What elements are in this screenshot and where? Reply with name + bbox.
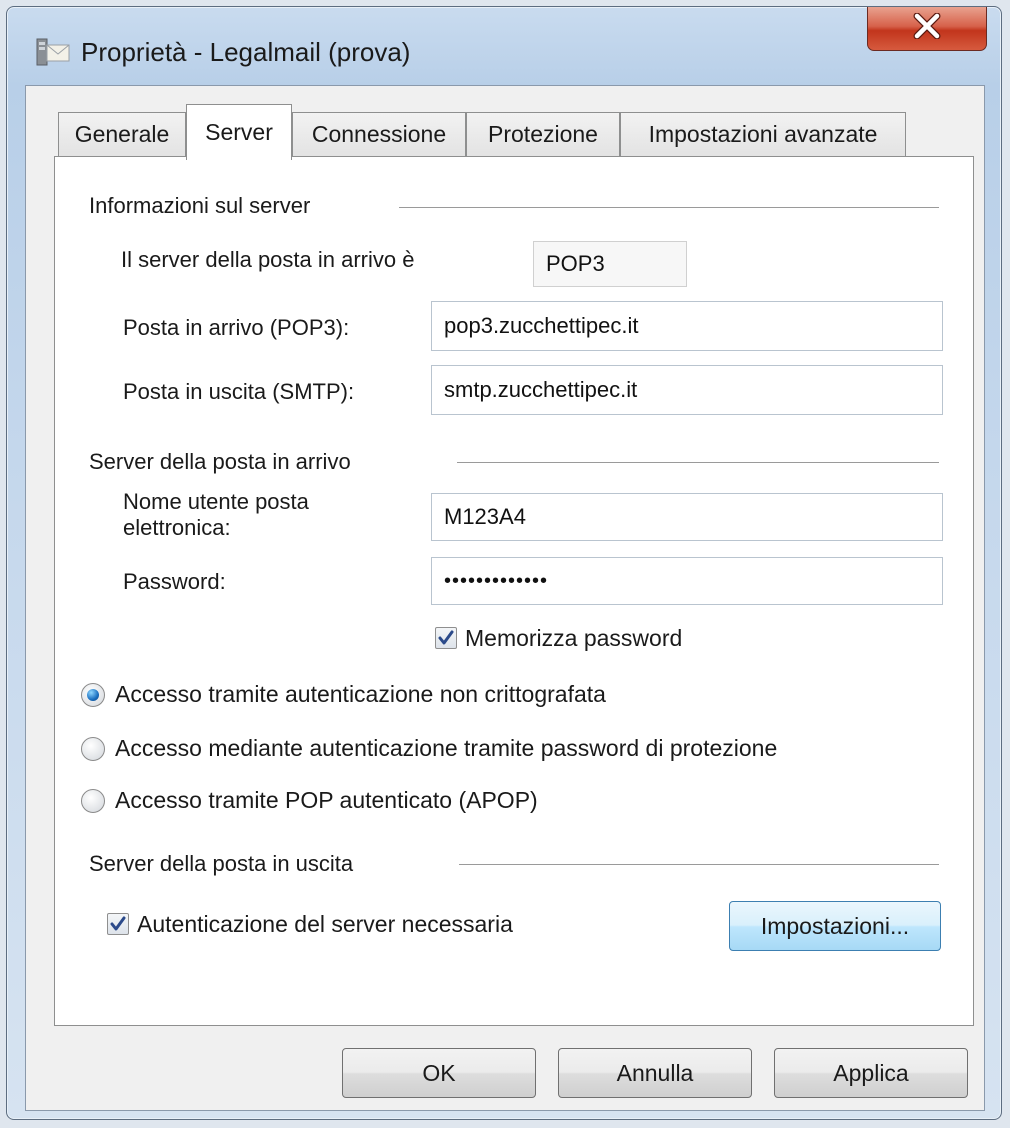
remember-password-checkbox[interactable] <box>435 627 457 649</box>
account-icon <box>33 35 71 69</box>
tab-server[interactable]: Server <box>186 104 292 160</box>
tab-protezione[interactable]: Protezione <box>466 112 620 156</box>
apply-button[interactable]: Applica <box>774 1048 968 1098</box>
auth-required-checkbox[interactable] <box>107 913 129 935</box>
auth-option-apop-label[interactable]: Accesso tramite POP autenticato (APOP) <box>115 787 538 814</box>
password-input[interactable]: ••••••••••••• <box>431 557 943 605</box>
outgoing-settings-button[interactable]: Impostazioni... <box>729 901 941 951</box>
remember-password-label[interactable]: Memorizza password <box>465 625 682 652</box>
tab-connessione[interactable]: Connessione <box>292 112 466 156</box>
radio-auth-spa[interactable] <box>81 737 105 761</box>
username-input[interactable]: M123A4 <box>431 493 943 541</box>
incoming-server-label: Posta in arrivo (POP3): <box>123 315 350 340</box>
ok-button[interactable]: OK <box>342 1048 536 1098</box>
tab-generale[interactable]: Generale <box>58 112 186 156</box>
close-icon <box>912 12 942 44</box>
radio-selected-dot <box>87 689 99 701</box>
window-title: Proprietà - Legalmail (prova) <box>81 37 411 67</box>
outgoing-server-input[interactable]: smtp.zucchettipec.it <box>431 365 943 415</box>
incoming-type-value: POP3 <box>533 241 687 287</box>
username-label: Nome utente posta elettronica: <box>123 489 309 541</box>
cancel-button[interactable]: Annulla <box>558 1048 752 1098</box>
server-info-heading: Informazioni sul server <box>89 193 311 218</box>
close-button[interactable] <box>867 7 987 51</box>
auth-option-spa-label[interactable]: Accesso mediante autenticazione tramite … <box>115 735 777 762</box>
username-label-line2: elettronica: <box>123 515 231 540</box>
dialog-client-area: Generale Server Connessione Protezione I… <box>25 85 985 1111</box>
incoming-server-heading: Server della posta in arrivo <box>89 449 351 474</box>
incoming-server-input[interactable]: pop3.zucchettipec.it <box>431 301 943 351</box>
auth-option-plain-label[interactable]: Accesso tramite autenticazione non critt… <box>115 681 606 708</box>
radio-auth-plain[interactable] <box>81 683 105 707</box>
divider <box>459 864 939 865</box>
properties-dialog: Proprietà - Legalmail (prova) Generale S… <box>6 6 1002 1120</box>
username-label-line1: Nome utente posta <box>123 489 309 514</box>
outgoing-server-label: Posta in uscita (SMTP): <box>123 379 355 404</box>
incoming-type-label: Il server della posta in arrivo è <box>121 247 415 272</box>
auth-required-label[interactable]: Autenticazione del server necessaria <box>137 911 513 938</box>
server-tab-panel: Informazioni sul server Il server della … <box>54 156 974 1026</box>
tab-impostazioni-avanzate[interactable]: Impostazioni avanzate <box>620 112 906 156</box>
password-label: Password: <box>123 569 226 594</box>
outgoing-server-heading: Server della posta in uscita <box>89 851 354 876</box>
radio-auth-apop[interactable] <box>81 789 105 813</box>
divider <box>457 462 939 463</box>
title-bar[interactable]: Proprietà - Legalmail (prova) <box>7 7 1001 85</box>
divider <box>399 207 939 208</box>
